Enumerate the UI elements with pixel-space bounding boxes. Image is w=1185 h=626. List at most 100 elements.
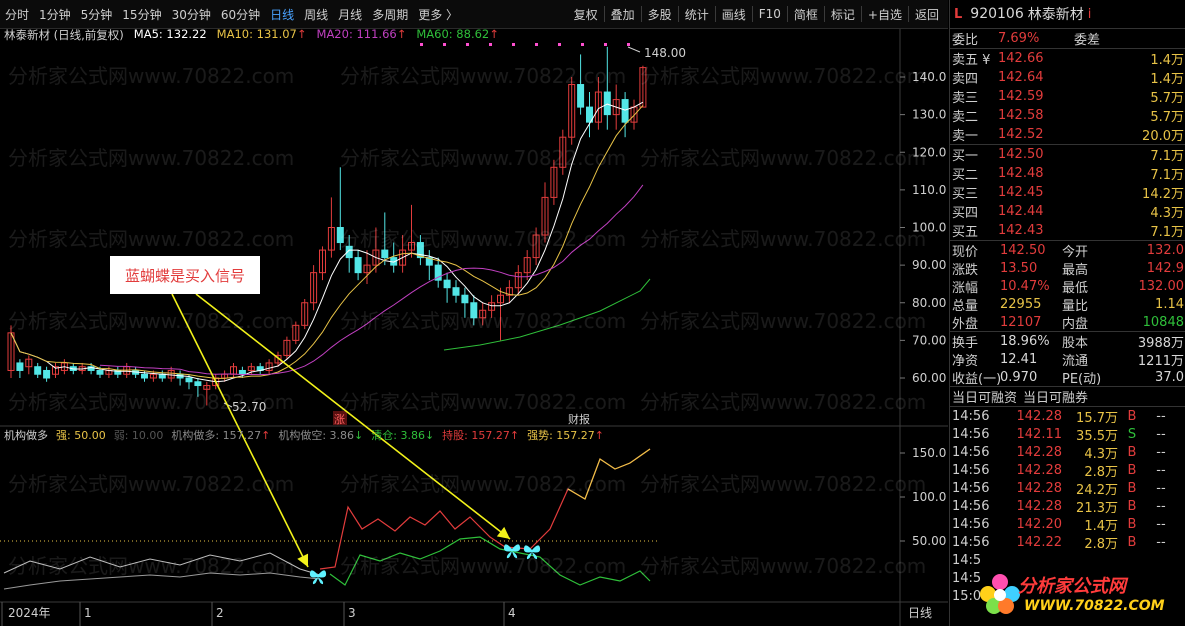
price-axis-label: 60.00 [912,371,946,385]
tool-button-1[interactable]: 叠加 [606,6,640,23]
period-tab-0[interactable]: 分时 [0,6,34,23]
tick-v: 35.5万 [1076,428,1118,444]
indicator-name[interactable]: 机构做多 [4,427,48,443]
quote-l1: 现价 [952,244,979,260]
tick-bs: B [1127,480,1137,496]
quote-l1: 涨跌 [952,262,979,278]
earnings-badge: 财报 [568,412,590,426]
clear-line [329,536,651,586]
tool-button-3[interactable]: 统计 [680,6,714,23]
tick-d: -- [1156,408,1166,424]
indicator-strong-trend: 强势: 157.27↑ [527,429,605,442]
tick-p: 142.28 [1016,408,1063,424]
ask-row[interactable]: 卖一 142.52 20.0万 [950,125,1185,144]
stats-l1: 收益(一) [952,371,1002,387]
bid-row[interactable]: 买一 142.50 7.1万 [950,145,1185,164]
ask-row[interactable]: 卖三 142.59 5.7万 [950,87,1185,106]
ask-row[interactable]: 卖二 142.58 5.7万 [950,106,1185,125]
tick-t: 14:56 [952,480,990,496]
toolbar-separator [907,6,909,22]
tick-v: 2.8万 [1084,536,1118,552]
ask-label: 卖二 [952,110,979,125]
period-tab-7[interactable]: 周线 [299,6,333,23]
bid-label: 买一 [952,149,979,164]
ask-vol: 5.7万 [1150,110,1184,125]
tool-button-4[interactable]: 画线 [717,6,751,23]
time-axis-label: 2 [216,606,224,620]
quote-row: 现价 142.50 今开 132.0 [950,241,1185,260]
period-tab-4[interactable]: 30分钟 [167,6,216,23]
tick-p: 142.28 [1016,498,1063,514]
tool-button-5[interactable]: F10 [754,7,786,21]
candle-body [470,302,478,319]
kline-chart[interactable]: 140.0 130.0 120.0 110.0 100.0 90.00 80.00 70.00… [0,29,948,626]
weak-line [3,552,321,576]
period-label: 日线 [908,606,932,620]
ask-book: 卖五 ¥142.66 1.4万 卖四 142.64 1.4万 卖三 142.59 5.7万 卖二… [950,49,1185,144]
period-tab-1[interactable]: 1分钟 [34,6,76,23]
stats-v2: 37.0 [1155,369,1184,385]
period-tab-5[interactable]: 60分钟 [216,6,265,23]
tool-button-0[interactable]: 复权 [569,6,603,23]
tool-button-6[interactable]: 简框 [789,6,823,23]
time-axis-label: 3 [348,606,356,620]
bid-row[interactable]: 买二 142.48 7.1万 [950,164,1185,183]
stats-l2: PE(动) [1062,371,1102,387]
candle-body [452,287,460,296]
period-tab-2[interactable]: 5分钟 [76,6,118,23]
tool-button-8[interactable]: +自选 [863,6,907,23]
period-tab-10[interactable]: 更多 〉 [413,6,463,23]
indicator-hold: 持股: 157.27↑ [442,429,520,442]
bid-book: 买一 142.50 7.1万 买二 142.48 7.1万 买三 142.45 14.2万 买四 1… [950,145,1185,240]
quote-v2: 142.9 [1146,260,1184,276]
period-tab-6[interactable]: 日线 [265,6,299,23]
margin-short-tab[interactable]: 当日可融券 [1023,387,1088,406]
ask-row[interactable]: 卖四 142.64 1.4万 [950,68,1185,87]
high-price-label: 148.00 [644,46,686,60]
tick-d: -- [1156,426,1166,442]
top-marker [581,43,584,46]
period-tab-3[interactable]: 15分钟 [117,6,166,23]
info-icon[interactable]: i [1088,7,1092,22]
tool-button-2[interactable]: 多股 [643,6,677,23]
period-tab-8[interactable]: 月线 [333,6,367,23]
quote-v1: 22955 [1000,296,1042,312]
tick-v: 2.8万 [1084,464,1118,480]
ask-price: 142.59 [998,89,1044,104]
tick-d: -- [1156,498,1166,514]
ma10-value: MA10: 131.07↑ [216,27,307,41]
stats-v1: 12.41 [1000,351,1038,367]
margin-finance-tab[interactable]: 当日可融资 [952,387,1017,406]
hold-line [319,505,506,570]
toolbar-separator [714,6,716,22]
stats-row: 收益(一) 0.970 PE(动) 37.0 [950,368,1185,387]
tick-bs: B [1127,444,1137,460]
tick-t: 14:56 [952,426,990,442]
bid-vol: 7.1万 [1150,168,1184,183]
candle-body [443,279,451,289]
quote-v1: 12107 [1000,314,1042,330]
tool-button-7[interactable]: 标记 [826,6,860,23]
stock-name: 林泰新材 [1027,7,1084,23]
bid-row[interactable]: 买三 142.45 14.2万 [950,183,1185,202]
tick-v: 21.3万 [1076,500,1118,516]
candle-body [96,369,104,375]
quote-v2: 132.0 [1146,242,1184,258]
tick-d: -- [1156,444,1166,460]
quote-block: 现价 142.50 今开 132.0 涨跌 13.50 最高 142.9 涨幅 10.47% 最低 1… [950,241,1185,332]
indicator-axis-label: 100.0 [912,490,946,504]
period-tabs: 分时 1分钟 5分钟 15分钟 30分钟 60分钟 日线 周线 月线 多周期 更多 〉 [0,6,463,23]
tool-button-9[interactable]: 返回 [910,6,944,23]
time-axis-label: 4 [508,606,516,620]
ask-row[interactable]: 卖五 ¥ 142.66 1.4万 [950,49,1185,68]
bid-label: 买五 [952,225,979,240]
stats-l1: 净资 [952,353,979,369]
ask-price: 142.66 [998,51,1044,66]
period-tab-9[interactable]: 多周期 [367,6,413,23]
tick-row: 14:56 142.28 15.7万 B -- [950,407,1185,426]
site-logo: 分析家公式网 WWW.70822.COM [976,566,1185,624]
bid-row[interactable]: 买五 142.43 7.1万 [950,221,1185,240]
bid-row[interactable]: 买四 142.44 4.3万 [950,202,1185,221]
quote-panel: L 920106 林泰新材 i 委比 7.69% 委差 卖五 ¥ 142.66 1.… [949,0,1185,626]
indicator-axis-label: 50.00 [912,534,946,548]
